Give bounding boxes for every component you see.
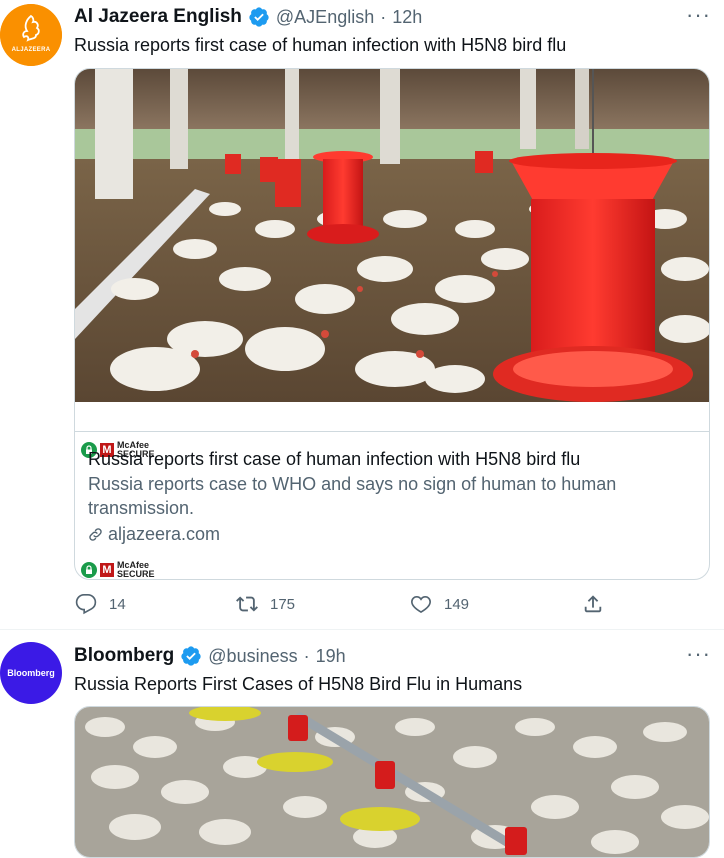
tweet-text: Russia reports first case of human infec… — [74, 35, 567, 55]
avatar-text: ALJAZEERA — [11, 47, 51, 53]
author-name[interactable]: Al Jazeera English — [74, 6, 242, 28]
card-domain: aljazeera.com — [87, 524, 220, 545]
avatar-bloomberg[interactable]: Bloomberg — [0, 642, 62, 704]
author-name[interactable]: Bloomberg — [74, 645, 174, 667]
card-separator — [75, 431, 709, 432]
mcafee-badge-bottom: M McAfee SECURE — [81, 561, 155, 579]
tweet-header: Bloomberg @business · 19h — [74, 645, 346, 667]
retweet-button[interactable]: 175 — [236, 593, 295, 615]
link-card[interactable]: M McAfee SECURE Russia reports first case… — [74, 68, 710, 580]
share-button[interactable] — [582, 593, 604, 615]
reply-count: 14 — [109, 595, 126, 613]
reply-button[interactable]: 14 — [75, 593, 126, 615]
tweet-timestamp[interactable]: 12h — [392, 7, 422, 28]
more-options-icon[interactable]: ··· — [686, 4, 711, 26]
like-count: 149 — [444, 595, 470, 613]
mcafee-logo-icon: M — [100, 563, 114, 577]
avatar-aljazeera[interactable]: ALJAZEERA — [0, 4, 62, 66]
tweet-timestamp[interactable]: 19h — [316, 646, 346, 667]
share-icon — [584, 595, 602, 613]
mcafee-label: McAfee SECURE — [117, 560, 155, 579]
link-icon — [89, 528, 102, 541]
separator-dot: · — [303, 645, 310, 666]
like-button[interactable]: 149 — [410, 593, 469, 615]
reply-icon — [75, 594, 97, 615]
author-handle[interactable]: @business — [208, 646, 297, 667]
more-options-icon[interactable]: ··· — [686, 643, 711, 665]
separator-dot: · — [380, 6, 387, 27]
card-domain-text: aljazeera.com — [108, 524, 221, 544]
tweet-text: Russia Reports First Cases of H5N8 Bird … — [74, 674, 523, 694]
media-card[interactable] — [74, 706, 710, 858]
heart-icon — [411, 596, 431, 614]
tweet-header: Al Jazeera English @AJEnglish · 12h — [74, 6, 422, 28]
verified-badge-icon — [181, 646, 201, 666]
card-image — [75, 69, 709, 402]
card-title: Russia reports first case of human infec… — [88, 449, 581, 469]
card-image — [75, 707, 709, 857]
retweet-icon — [236, 596, 258, 612]
verified-badge-icon — [249, 7, 269, 27]
lock-icon — [81, 562, 97, 578]
card-description: Russia reports case to WHO and says no s… — [88, 474, 617, 518]
tweet-aljazeera[interactable]: ALJAZEERA Al Jazeera English @AJEnglish … — [0, 0, 724, 630]
avatar-text: Bloomberg — [7, 668, 55, 678]
aljazeera-logo-icon — [0, 4, 62, 66]
retweet-count: 175 — [270, 595, 296, 613]
tweet-bloomberg[interactable]: Bloomberg Bloomberg @business · 19h ··· … — [0, 630, 724, 858]
author-handle[interactable]: @AJEnglish — [276, 7, 374, 28]
